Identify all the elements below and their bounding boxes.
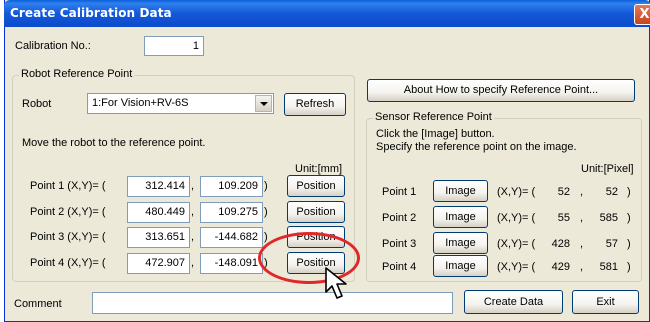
sensor-point-close-paren: ) xyxy=(627,238,631,250)
sensor-point-x-value: 429 xyxy=(551,261,570,273)
exit-button[interactable]: Exit xyxy=(572,290,639,314)
chevron-down-icon[interactable] xyxy=(255,95,272,112)
sensor-unit-label: Unit:[Pixel] xyxy=(581,163,634,175)
robot-point-close-paren: ) xyxy=(264,206,268,218)
sensor-point-x-value: 428 xyxy=(551,238,570,250)
robot-point-close-paren: ) xyxy=(264,180,268,192)
robot-point-y-field[interactable]: -144.682 xyxy=(200,227,263,248)
close-icon: X xyxy=(639,7,650,22)
robot-point-label: Point 2 (X,Y)= ( xyxy=(30,206,106,218)
image-button[interactable]: Image xyxy=(433,255,488,277)
robot-point-x-field[interactable]: 472.907 xyxy=(127,253,190,274)
calibration-number-field[interactable]: 1 xyxy=(144,36,204,56)
robot-point-x-field[interactable]: 480.449 xyxy=(127,202,190,223)
sensor-point-y-value: 57 xyxy=(605,238,618,250)
robot-point-y-field[interactable]: -148.091 xyxy=(200,253,263,274)
sensor-point-y-value: 52 xyxy=(605,186,618,198)
robot-label: Robot xyxy=(22,98,51,110)
close-button[interactable]: X xyxy=(634,4,650,25)
robot-select-value: 1:For Vision+RV-6S xyxy=(92,97,189,109)
about-reference-point-button[interactable]: About How to specify Reference Point... xyxy=(367,79,635,102)
robot-point-separator: , xyxy=(191,206,195,218)
sensor-point-separator: , xyxy=(580,238,584,250)
sensor-point-label: Point 4 xyxy=(382,261,417,273)
robot-label-text: Robot xyxy=(22,98,52,110)
robot-instruction: Move the robot to the reference point. xyxy=(22,137,206,149)
sensor-point-x-value: 52 xyxy=(557,186,570,198)
sensor-point-x-value: 55 xyxy=(557,212,570,224)
sensor-xy-label: (X,Y)= ( xyxy=(497,212,536,224)
calibration-label: Calibration No.: xyxy=(15,40,91,52)
mouse-pointer-icon xyxy=(325,267,347,299)
robot-point-y-field[interactable]: 109.209 xyxy=(200,176,263,197)
sensor-point-label: Point 3 xyxy=(382,238,417,250)
sensor-point-close-paren: ) xyxy=(627,212,631,224)
sensor-point-separator: , xyxy=(580,186,584,198)
sensor-point-y-value: 581 xyxy=(599,261,618,273)
image-button[interactable]: Image xyxy=(433,206,488,228)
window-title: Create Calibration Data xyxy=(10,6,172,20)
robot-point-label: Point 4 (X,Y)= ( xyxy=(30,257,106,269)
robot-point-close-paren: ) xyxy=(264,231,268,243)
robot-point-separator: , xyxy=(191,231,195,243)
sensor-point-label: Point 2 xyxy=(382,212,417,224)
comment-label: Comment xyxy=(14,298,62,310)
robot-select[interactable]: 1:For Vision+RV-6S xyxy=(87,93,274,114)
sensor-instruction-1: Click the [Image] button. xyxy=(376,128,495,140)
refresh-button[interactable]: Refresh xyxy=(284,93,346,116)
sensor-point-separator: , xyxy=(580,212,584,224)
robot-point-label: Point 1 (X,Y)= ( xyxy=(30,180,106,192)
sensor-xy-label: (X,Y)= ( xyxy=(497,238,536,250)
robot-point-separator: , xyxy=(191,257,195,269)
sensor-point-y-value: 585 xyxy=(599,212,618,224)
robot-point-x-field[interactable]: 312.414 xyxy=(127,176,190,197)
create-data-button[interactable]: Create Data xyxy=(464,290,563,314)
position-button[interactable]: Position xyxy=(287,175,345,197)
sensor-instruction-2: Specify the reference point on the image… xyxy=(376,141,577,153)
sensor-reference-title: Sensor Reference Point xyxy=(373,111,494,123)
robot-point-y-field[interactable]: 109.275 xyxy=(200,202,263,223)
image-button[interactable]: Image xyxy=(433,180,488,202)
image-button[interactable]: Image xyxy=(433,232,488,254)
robot-point-label: Point 3 (X,Y)= ( xyxy=(30,231,106,243)
robot-unit-label: Unit:[mm] xyxy=(295,163,343,175)
sensor-xy-label: (X,Y)= ( xyxy=(497,261,536,273)
sensor-point-close-paren: ) xyxy=(627,186,631,198)
robot-reference-title: Robot Reference Point xyxy=(19,68,135,80)
title-bar: Create Calibration Data X xyxy=(4,0,650,27)
sensor-point-close-paren: ) xyxy=(627,261,631,273)
position-button[interactable]: Position xyxy=(287,201,345,223)
sensor-point-label: Point 1 xyxy=(382,186,417,198)
sensor-point-separator: , xyxy=(580,261,584,273)
robot-point-x-field[interactable]: 313.651 xyxy=(127,227,190,248)
sensor-xy-label: (X,Y)= ( xyxy=(497,186,536,198)
robot-point-separator: , xyxy=(191,180,195,192)
comment-input[interactable] xyxy=(92,292,453,314)
